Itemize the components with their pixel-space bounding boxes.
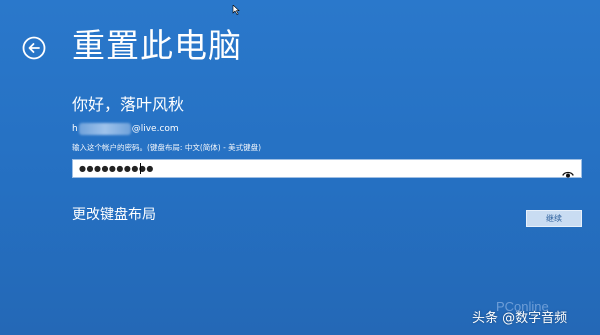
user-greeting: 你好，落叶风秋 — [72, 95, 185, 114]
change-keyboard-layout-link[interactable]: 更改键盘布局 — [72, 205, 156, 225]
email-suffix: @live.com — [131, 124, 179, 134]
text-caret — [140, 163, 141, 174]
page-title: 重置此电脑 — [72, 26, 242, 65]
toutiao-watermark: 头条 @数字音频 — [472, 311, 568, 326]
password-instruction: 输入这个帐户的密码。(键盘布局: 中文(简体) - 美式键盘) — [72, 143, 262, 152]
email-redaction — [78, 123, 131, 135]
continue-button[interactable]: 继续 — [526, 210, 582, 227]
password-masked-value: ●●●●●●●●●● — [79, 164, 154, 173]
back-arrow-icon — [22, 36, 46, 60]
password-input[interactable]: ●●●●●●●●●● — [72, 159, 582, 178]
email-prefix: h — [72, 124, 78, 134]
mouse-pointer-icon — [232, 0, 242, 15]
reset-pc-screen: 重置此电脑 你好，落叶风秋 h @live.com 输入这个帐户的密码。(键盘布… — [0, 0, 600, 335]
account-email: h @live.com — [72, 122, 179, 136]
eye-reveal-icon[interactable] — [562, 164, 574, 178]
back-button[interactable] — [22, 36, 46, 60]
